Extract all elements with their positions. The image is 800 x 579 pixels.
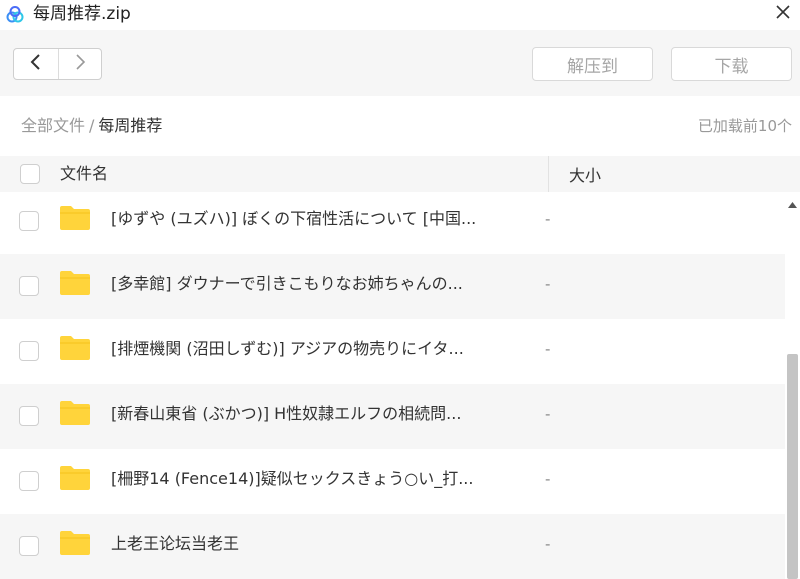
file-size: - xyxy=(545,535,551,553)
table-row[interactable]: [柵野14 (Fence14)]疑似セックスきょう○い_打... - xyxy=(0,449,785,514)
close-icon xyxy=(775,4,791,24)
column-header-name[interactable]: 文件名 xyxy=(60,164,108,184)
table-header: 文件名 大小 xyxy=(0,156,800,192)
chevron-left-icon xyxy=(29,53,43,75)
file-name: [排煙機関 (沼田しずむ)] アジアの物売りにイタ... xyxy=(111,339,464,358)
scrollbar-thumb[interactable] xyxy=(787,354,798,579)
file-name: [ゆずや (ユズハ)] ぼくの下宿性活について [中国... xyxy=(111,209,477,228)
nav-button-group xyxy=(13,48,102,80)
file-size: - xyxy=(545,275,551,293)
load-status: 已加载前10个 xyxy=(697,117,792,135)
row-checkbox[interactable] xyxy=(19,211,39,231)
baidu-netdisk-icon xyxy=(5,5,25,25)
file-size: - xyxy=(545,470,551,488)
download-button[interactable]: 下载 xyxy=(671,47,792,81)
window-title: 每周推荐.zip xyxy=(33,4,131,24)
select-all-checkbox[interactable] xyxy=(20,164,40,184)
toolbar: 解压到 下载 xyxy=(0,30,800,96)
table-row[interactable]: 上老王论坛当老王 - xyxy=(0,514,785,579)
folder-icon xyxy=(59,270,91,296)
table-row[interactable]: [新春山東省 (ぶかつ)] H性奴隷エルフの相続問... - xyxy=(0,384,785,449)
column-header-size[interactable]: 大小 xyxy=(569,166,601,186)
table-row[interactable]: [ゆずや (ユズハ)] ぼくの下宿性活について [中国... - xyxy=(0,192,785,254)
folder-icon xyxy=(59,400,91,426)
title-bar: 每周推荐.zip xyxy=(0,0,800,30)
breadcrumb: 全部文件 / 每周推荐 xyxy=(21,116,162,136)
file-list: [ゆずや (ユズハ)] ぼくの下宿性活について [中国... - [多幸館] ダ… xyxy=(0,192,785,579)
folder-icon xyxy=(59,205,91,231)
back-button[interactable] xyxy=(14,49,58,79)
file-name: [新春山東省 (ぶかつ)] H性奴隷エルフの相続問... xyxy=(111,404,462,423)
row-checkbox[interactable] xyxy=(19,471,39,491)
breadcrumb-current: 每周推荐 xyxy=(98,116,163,135)
file-size: - xyxy=(545,340,551,358)
row-checkbox[interactable] xyxy=(19,276,39,296)
table-row[interactable]: [多幸館] ダウナーで引きこもりなお姉ちゃんの... - xyxy=(0,254,785,319)
chevron-right-icon xyxy=(73,53,87,75)
close-button[interactable] xyxy=(770,2,796,26)
file-name: [柵野14 (Fence14)]疑似セックスきょう○い_打... xyxy=(111,469,474,488)
row-checkbox[interactable] xyxy=(19,341,39,361)
row-checkbox[interactable] xyxy=(19,406,39,426)
extract-to-button[interactable]: 解压到 xyxy=(532,47,653,81)
forward-button[interactable] xyxy=(57,49,102,79)
file-name: 上老王论坛当老王 xyxy=(111,534,240,553)
row-checkbox[interactable] xyxy=(19,536,39,556)
folder-icon xyxy=(59,335,91,361)
column-divider[interactable] xyxy=(548,156,549,192)
vertical-scrollbar[interactable] xyxy=(785,192,800,579)
breadcrumb-bar: 全部文件 / 每周推荐 已加载前10个 xyxy=(0,96,800,156)
breadcrumb-root[interactable]: 全部文件 xyxy=(21,116,85,135)
folder-icon xyxy=(59,465,91,491)
scroll-up-arrow-icon[interactable] xyxy=(785,198,800,212)
file-name: [多幸館] ダウナーで引きこもりなお姉ちゃんの... xyxy=(111,274,463,293)
file-size: - xyxy=(545,405,551,423)
table-row[interactable]: [排煙機関 (沼田しずむ)] アジアの物売りにイタ... - xyxy=(0,319,785,384)
breadcrumb-separator: / xyxy=(89,116,95,135)
file-size: - xyxy=(545,210,551,228)
folder-icon xyxy=(59,530,91,556)
